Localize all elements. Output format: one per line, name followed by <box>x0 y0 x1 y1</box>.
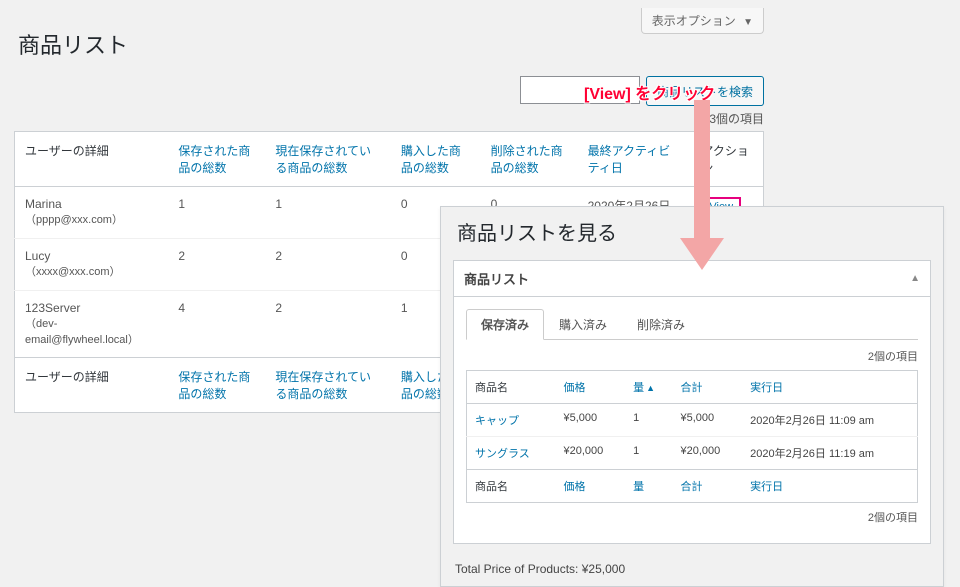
screen-options: 表示オプション ▼ <box>641 8 764 34</box>
dcol-date[interactable]: 実行日 <box>742 470 917 503</box>
user-email: （xxxx@xxx.com） <box>25 263 158 279</box>
tab-removed[interactable]: 削除済み <box>622 309 700 340</box>
chevron-down-icon: ▼ <box>743 17 753 28</box>
cell-stored: 2 <box>265 291 391 358</box>
cell-stored: 2 <box>265 239 391 291</box>
col-user: ユーザーの詳細 <box>15 358 169 413</box>
item-count: 3個の項目 <box>14 110 764 127</box>
dcol-date[interactable]: 実行日 <box>742 371 917 404</box>
cell-price: ¥20,000 <box>556 437 626 470</box>
screen-options-label: 表示オプション <box>652 14 736 28</box>
cell-saved: 1 <box>168 187 265 239</box>
cell-qty: 1 <box>625 404 672 437</box>
cell-saved: 2 <box>168 239 265 291</box>
screen-options-button[interactable]: 表示オプション ▼ <box>641 8 764 34</box>
product-link[interactable]: サングラス <box>475 448 530 460</box>
total-price-value: ¥25,000 <box>582 562 625 576</box>
dcol-name: 商品名 <box>467 470 556 503</box>
col-stored[interactable]: 現在保存されている商品の総数 <box>265 358 391 413</box>
cell-qty: 1 <box>625 437 672 470</box>
detail-title: 商品リストを見る <box>453 207 931 260</box>
search-button[interactable]: 商品リストを検索 <box>646 76 764 106</box>
cell-saved: 4 <box>168 291 265 358</box>
postbox-title: 商品リスト <box>464 269 529 288</box>
user-name: Marina <box>25 197 62 211</box>
search-input[interactable] <box>520 76 640 104</box>
table-header: ユーザーの詳細 保存された商品の総数 現在保存されている商品の総数 購入した商品… <box>15 132 764 187</box>
total-price-label: Total Price of Products: <box>455 562 578 576</box>
product-link[interactable]: キャップ <box>475 415 519 427</box>
postbox-header: 商品リスト ▲ <box>454 261 930 297</box>
dcol-total[interactable]: 合計 <box>672 470 742 503</box>
cell-stored: 1 <box>265 187 391 239</box>
detail-row: サングラス ¥20,000 1 ¥20,000 2020年2月26日 11:19… <box>467 437 918 470</box>
col-actions: アクション <box>691 132 763 187</box>
cell-price: ¥5,000 <box>556 404 626 437</box>
detail-row: キャップ ¥5,000 1 ¥5,000 2020年2月26日 11:09 am <box>467 404 918 437</box>
user-email: （dev-email@flywheel.local） <box>25 315 158 347</box>
cell-total: ¥20,000 <box>672 437 742 470</box>
col-last-activity[interactable]: 最終アクティビティ日 <box>578 132 692 187</box>
cell-total: ¥5,000 <box>672 404 742 437</box>
col-saved[interactable]: 保存された商品の総数 <box>168 358 265 413</box>
col-stored[interactable]: 現在保存されている商品の総数 <box>265 132 391 187</box>
total-price: Total Price of Products: ¥25,000 <box>453 554 931 576</box>
dcol-price[interactable]: 価格 <box>556 470 626 503</box>
sort-asc-icon: ▲ <box>646 383 655 393</box>
user-name: 123Server <box>25 301 80 315</box>
detail-postbox: 商品リスト ▲ 保存済み 購入済み 削除済み 2個の項目 商品名 価格 量▲ 合… <box>453 260 931 544</box>
col-saved[interactable]: 保存された商品の総数 <box>168 132 265 187</box>
tab-saved[interactable]: 保存済み <box>466 309 544 340</box>
chevron-up-icon[interactable]: ▲ <box>910 273 920 284</box>
tab-purchased[interactable]: 購入済み <box>544 309 622 340</box>
detail-item-count-bottom: 2個の項目 <box>466 509 918 525</box>
user-name: Lucy <box>25 249 50 263</box>
dcol-price[interactable]: 価格 <box>556 371 626 404</box>
search-row: 商品リストを検索 <box>14 76 764 106</box>
user-email: （pppp@xxx.com） <box>25 211 158 227</box>
detail-panel: 商品リストを見る 商品リスト ▲ 保存済み 購入済み 削除済み 2個の項目 商品… <box>440 206 944 587</box>
col-user: ユーザーの詳細 <box>15 132 169 187</box>
dcol-qty[interactable]: 量▲ <box>625 371 672 404</box>
dcol-total[interactable]: 合計 <box>672 371 742 404</box>
col-removed[interactable]: 削除された商品の総数 <box>481 132 578 187</box>
detail-table: 商品名 価格 量▲ 合計 実行日 キャップ ¥5,000 1 ¥5,000 20… <box>466 370 918 503</box>
col-purchased[interactable]: 購入した商品の総数 <box>391 132 481 187</box>
postbox-body: 保存済み 購入済み 削除済み 2個の項目 商品名 価格 量▲ 合計 実行日 <box>454 297 930 543</box>
dcol-name: 商品名 <box>467 371 556 404</box>
detail-tabs: 保存済み 購入済み 削除済み <box>466 309 918 340</box>
cell-date: 2020年2月26日 11:09 am <box>742 404 917 437</box>
dcol-qty[interactable]: 量 <box>625 470 672 503</box>
detail-item-count: 2個の項目 <box>466 348 918 364</box>
cell-date: 2020年2月26日 11:19 am <box>742 437 917 470</box>
